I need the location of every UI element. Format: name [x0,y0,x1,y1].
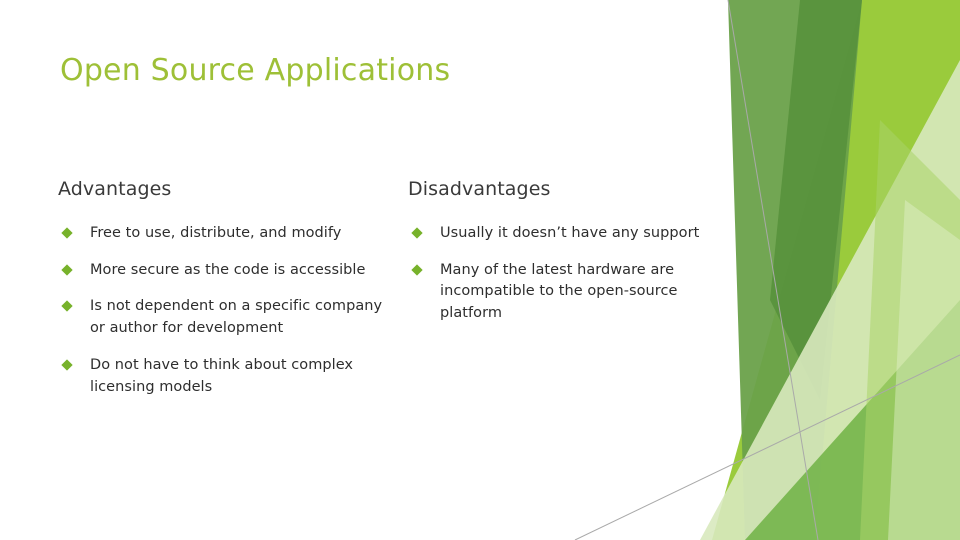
diamond-bullet-icon [61,300,73,312]
slide: Open Source Applications Advantages Free… [0,0,960,540]
deco-shape-deep [770,0,862,400]
list-item-text: Many of the latest hardware are incompat… [440,261,678,322]
list-item: More secure as the code is accessible [58,260,388,282]
advantages-list: Free to use, distribute, and modify More… [58,223,388,399]
list-item-text: Free to use, distribute, and modify [90,224,342,241]
deco-shape-lime-right [862,0,960,540]
list-item-text: Usually it doesn’t have any support [440,224,700,241]
deco-shape-lime-right2 [905,0,960,540]
list-item: Do not have to think about complex licen… [58,355,388,399]
deco-shape-mid [745,300,960,540]
diamond-bullet-icon [411,263,423,276]
diamond-bullet-icon [61,263,73,276]
advantages-column: Advantages Free to use, distribute, and … [58,178,388,398]
deco-shape-light [860,120,960,540]
disadvantages-list: Usually it doesn’t have any support Many… [408,223,738,325]
diamond-bullet-icon [61,359,73,371]
disadvantages-column: Disadvantages Usually it doesn’t have an… [408,178,738,325]
deco-shape-sliver [888,200,960,540]
diamond-bullet-icon [411,227,423,239]
column-heading-disadvantages: Disadvantages [408,178,551,200]
deco-line-diagonal [574,354,960,540]
deco-shape-pale [700,60,960,540]
list-item-text: Do not have to think about complex licen… [90,356,354,395]
list-item: Many of the latest hardware are incompat… [408,260,738,325]
deco-shape-bright [712,0,960,540]
list-item: Is not dependent on a specific company o… [58,296,388,340]
diamond-bullet-icon [61,227,73,239]
deco-line-vertical [727,0,819,540]
page-title: Open Source Applications [60,53,451,88]
list-item-text: Is not dependent on a specific company o… [90,298,383,336]
deco-shape-dark [728,0,862,540]
list-item: Usually it doesn’t have any support [408,223,738,245]
list-item: Free to use, distribute, and modify [58,223,388,245]
list-item-text: More secure as the code is accessible [90,261,366,278]
column-heading-advantages: Advantages [58,178,172,200]
